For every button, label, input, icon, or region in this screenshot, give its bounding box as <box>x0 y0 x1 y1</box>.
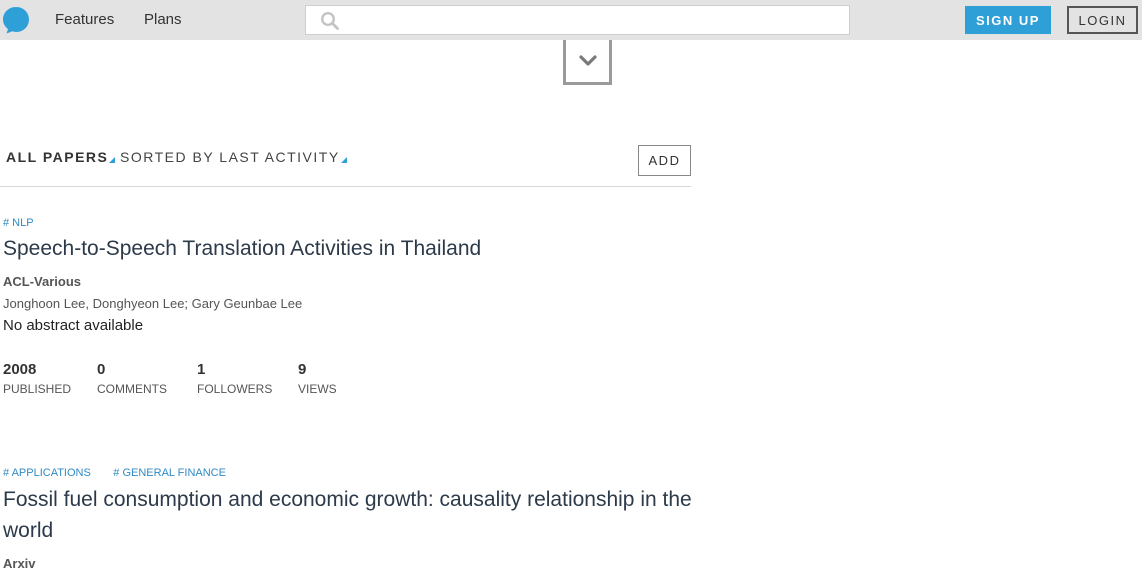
search-input[interactable] <box>348 10 843 30</box>
paper-venue: ACL-Various <box>3 274 82 289</box>
sign-up-button[interactable]: SIGN UP <box>965 6 1051 34</box>
stat-label: COMMENTS <box>97 382 167 396</box>
paper-card: # APPLICATIONS # GENERAL FINANCE Fossil … <box>3 463 693 571</box>
stat-comments[interactable]: 0 COMMENTS <box>97 361 167 396</box>
nav-link-plans[interactable]: Plans <box>144 11 182 28</box>
sort-dropdown[interactable]: SORTED BY LAST ACTIVITY <box>120 149 347 165</box>
paper-abstract: No abstract available <box>3 317 144 334</box>
stat-views: 9 VIEWS <box>298 361 337 396</box>
paper-tags: # NLP <box>3 213 693 229</box>
paper-stats: 2008 PUBLISHED 0 COMMENTS 1 FOLLOWERS 9 … <box>3 361 693 401</box>
papers-list-header: ALL PAPERS SORTED BY LAST ACTIVITY ADD <box>0 140 691 187</box>
stat-published: 2008 PUBLISHED <box>3 361 71 396</box>
paper-card: # NLP Speech-to-Speech Translation Activ… <box>3 213 693 401</box>
paper-tag[interactable]: # APPLICATIONS <box>3 467 91 479</box>
stat-value: 1 <box>197 361 206 378</box>
stat-label: PUBLISHED <box>3 382 72 396</box>
filter-dropdown[interactable]: ALL PAPERS <box>6 149 116 165</box>
stat-label: VIEWS <box>298 382 337 396</box>
stat-followers[interactable]: 1 FOLLOWERS <box>197 361 272 396</box>
paper-tag[interactable]: # GENERAL FINANCE <box>113 467 226 479</box>
filter-label: ALL PAPERS <box>6 149 109 165</box>
search-bar[interactable] <box>305 5 850 35</box>
paper-title[interactable]: Fossil fuel consumption and economic gro… <box>3 484 693 546</box>
expand-toggle-button[interactable] <box>563 40 612 85</box>
top-nav-bar: Features Plans SIGN UP LOGIN <box>0 0 1142 40</box>
nav-link-features[interactable]: Features <box>55 11 114 28</box>
sort-label: SORTED BY LAST ACTIVITY <box>120 149 340 165</box>
stat-value: 2008 <box>3 361 37 378</box>
add-paper-button[interactable]: ADD <box>638 145 691 176</box>
dropdown-triangle-icon <box>340 157 347 163</box>
paper-authors: Jonghoon Lee, Donghyeon Lee; Gary Geunba… <box>3 296 303 311</box>
paper-tags: # APPLICATIONS # GENERAL FINANCE <box>3 463 693 479</box>
stat-value: 9 <box>298 361 307 378</box>
search-icon <box>320 11 339 30</box>
stat-value: 0 <box>97 361 106 378</box>
logo-icon[interactable] <box>2 6 30 34</box>
paper-title[interactable]: Speech-to-Speech Translation Activities … <box>3 233 693 264</box>
chevron-down-icon <box>578 55 597 66</box>
login-button[interactable]: LOGIN <box>1067 6 1138 34</box>
stat-label: FOLLOWERS <box>197 382 273 396</box>
paper-venue: Arxiv <box>3 556 36 571</box>
paper-tag[interactable]: # NLP <box>3 217 34 229</box>
dropdown-triangle-icon <box>109 157 116 163</box>
